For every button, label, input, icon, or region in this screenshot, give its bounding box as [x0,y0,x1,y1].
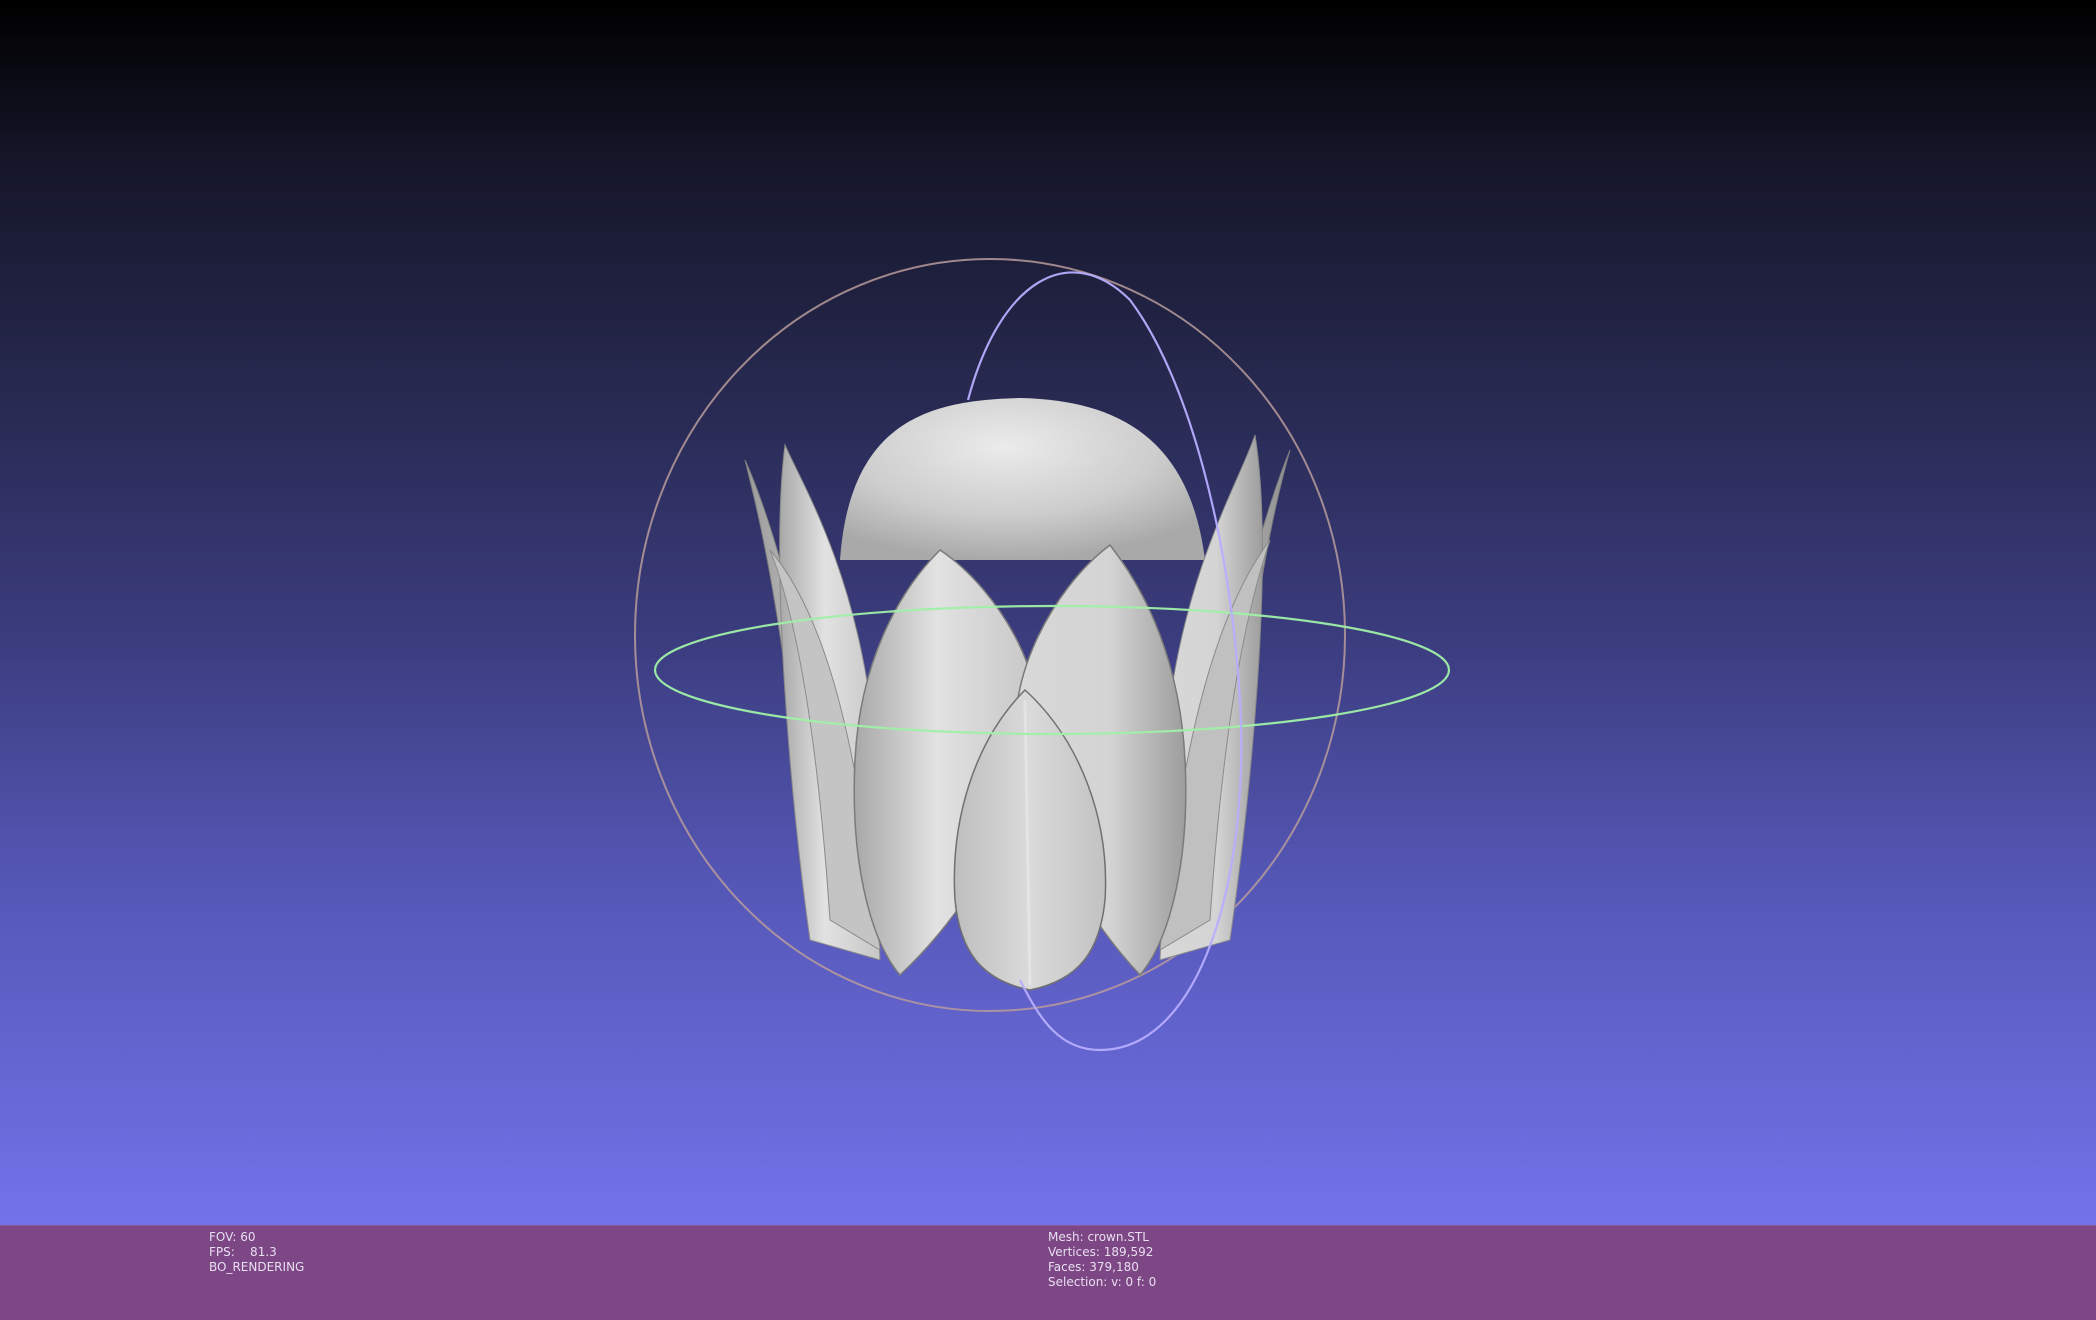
crown-dome [840,398,1205,560]
vertices-label: Vertices: 189,592 [1048,1245,1154,1259]
scene-render[interactable] [0,0,2096,1225]
mesh-name-label: Mesh: crown.STL [1048,1230,1149,1244]
faces-label: Faces: 379,180 [1048,1260,1139,1274]
info-bar: FOV: 60 FPS: 81.3 BO_RENDERING Mesh: cro… [0,1225,2096,1320]
fov-label: FOV: 60 [209,1230,256,1244]
fps-label: FPS: 81.3 [209,1245,277,1259]
mesh-info-panel: Mesh: crown.STL Vertices: 189,592 Faces:… [1048,1230,1156,1290]
render-info-panel: FOV: 60 FPS: 81.3 BO_RENDERING [209,1230,304,1275]
render-mode-label: BO_RENDERING [209,1260,305,1274]
meshlab-window: FOV: 60 FPS: 81.3 BO_RENDERING Mesh: cro… [0,0,2096,1320]
selection-label: Selection: v: 0 f: 0 [1048,1275,1157,1289]
3d-viewport[interactable] [0,0,2096,1225]
